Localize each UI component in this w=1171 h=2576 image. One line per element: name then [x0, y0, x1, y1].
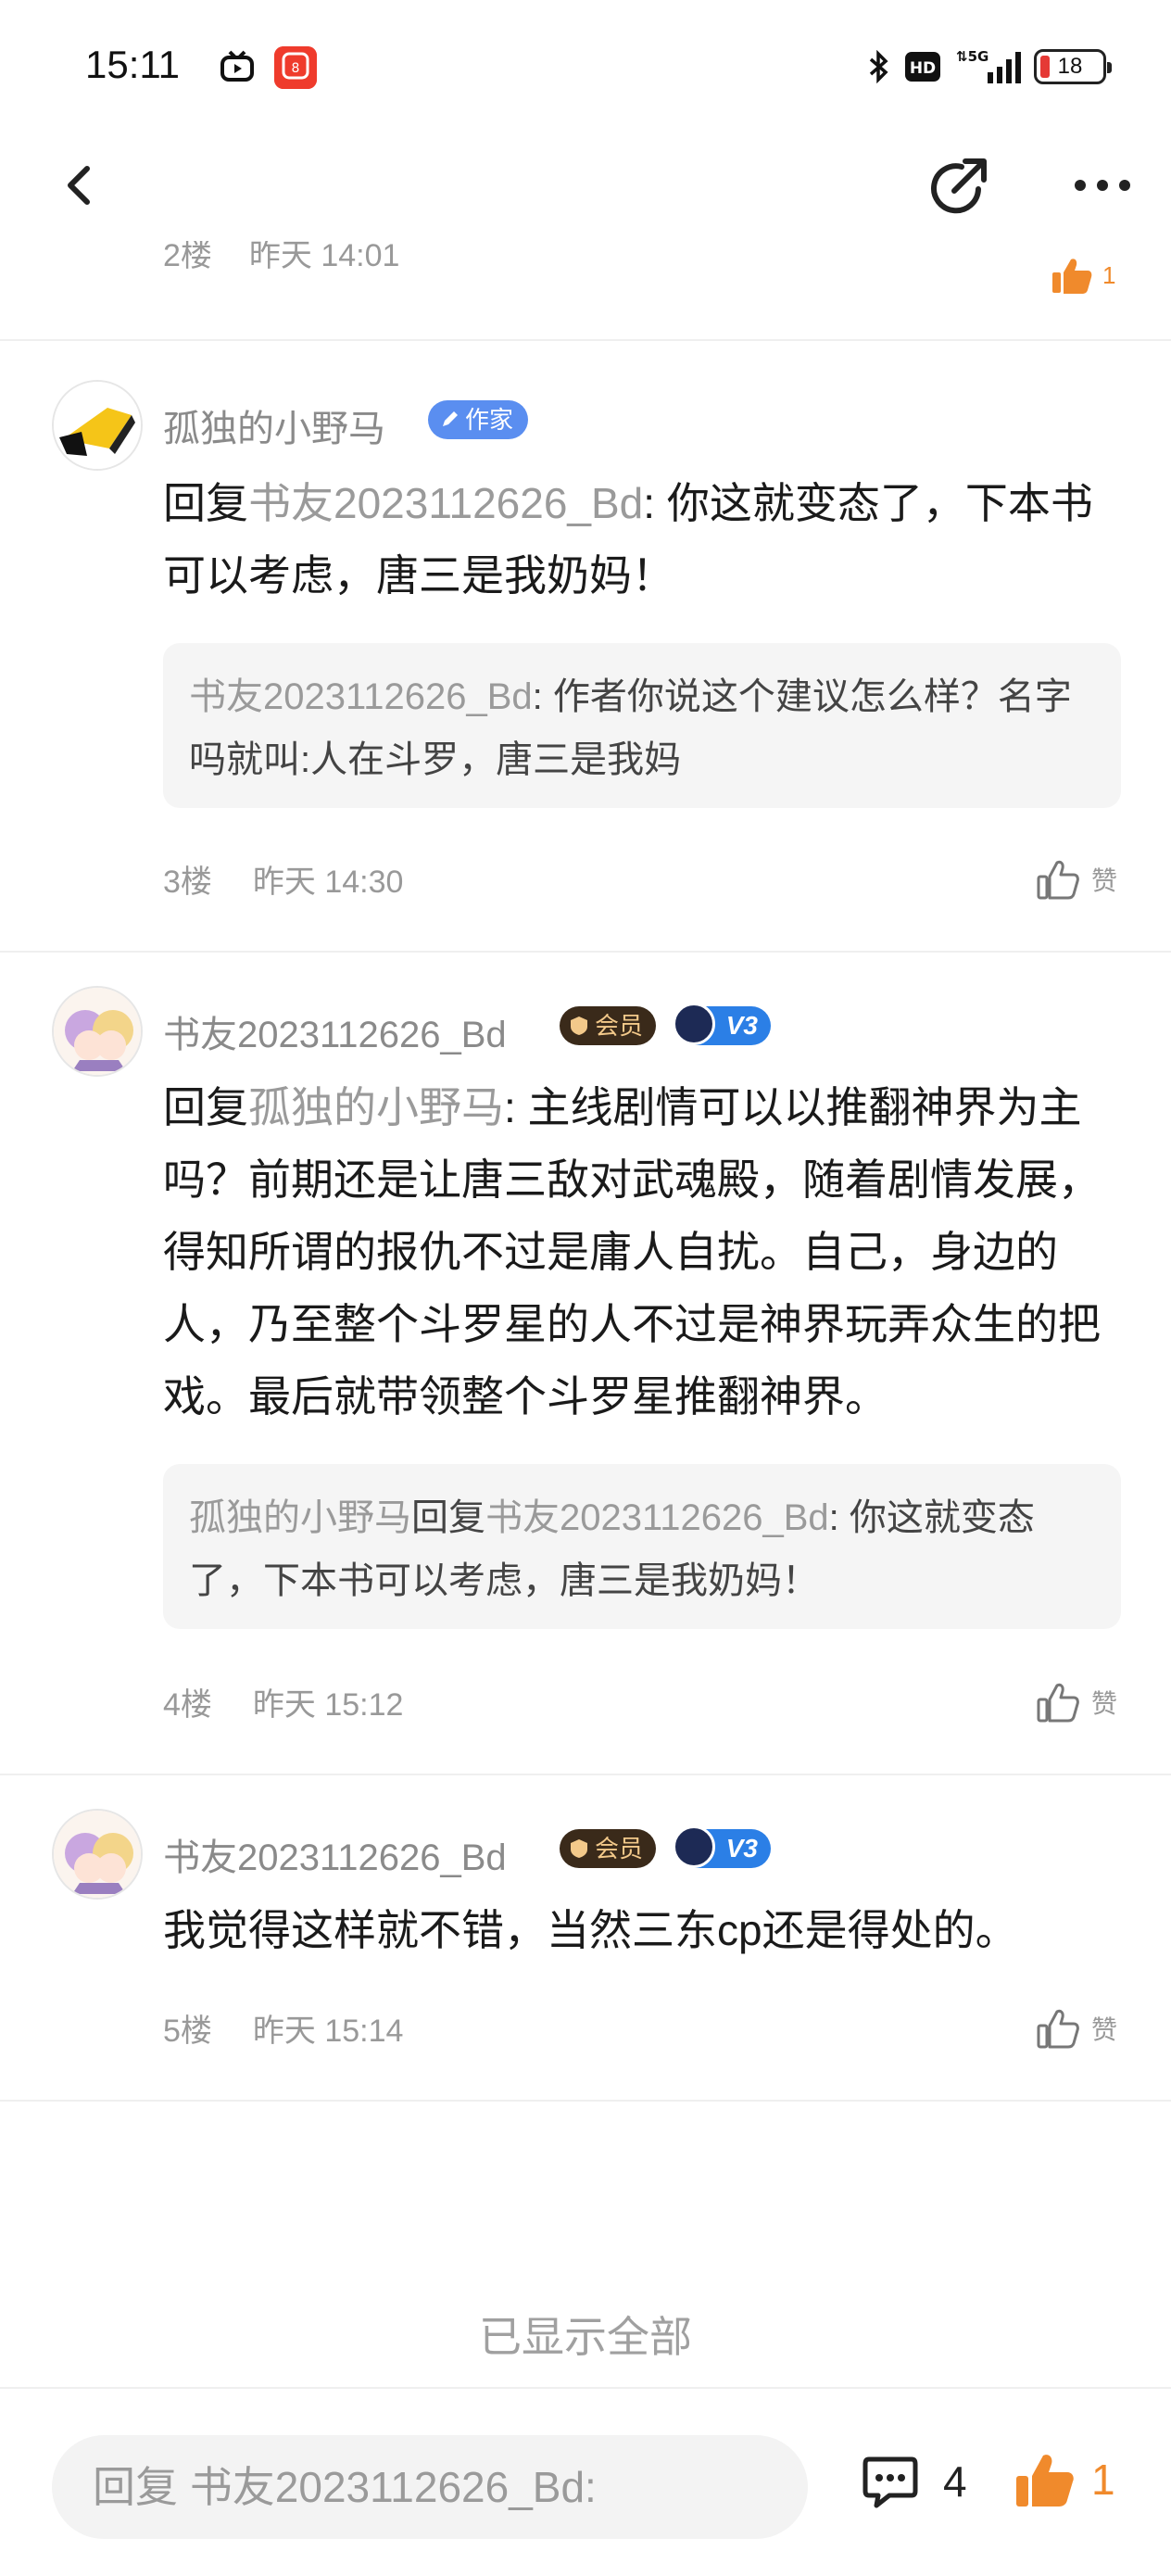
- reply-prefix: 回复: [163, 479, 248, 527]
- level-label: V3: [725, 1834, 758, 1863]
- like-count: 1: [1091, 2456, 1115, 2504]
- comment-floor-2: 2楼 昨天 14:01 1: [0, 241, 1171, 341]
- quote-reply-word: 回复: [411, 1497, 485, 1538]
- battery-level: 18: [1057, 54, 1083, 79]
- member-badge-label: 会员: [595, 1835, 644, 1863]
- quoted-comment[interactable]: 孤独的小野马回复书友2023112626_Bd: 你这就变态了，下本书可以考虑，…: [163, 1464, 1121, 1629]
- quote-user-2: 书友2023112626_Bd: [485, 1497, 829, 1538]
- like-button[interactable]: 赞: [1036, 2007, 1117, 2050]
- comment-body: : 主线剧情可以以推翻神界为主吗？前期还是让唐三敌对武魂殿，随着剧情发展，得知所…: [163, 1083, 1101, 1421]
- comment-meta: 5楼 昨天 15:14: [163, 2005, 403, 2051]
- svg-text:HD: HD: [910, 59, 936, 78]
- level-badge: V3: [673, 1825, 771, 1868]
- share-button[interactable]: [917, 146, 999, 228]
- comment-floor-4: 书友2023112626_Bd 会员 V3 回复孤独的小野马: 主线剧情可以以推…: [0, 953, 1171, 1775]
- comment-text: 我觉得这样就不错，当然三东cp还是得处的。: [163, 1906, 1018, 1954]
- like-label: 赞: [1091, 2015, 1118, 2044]
- member-badge: 会员: [560, 1829, 657, 1868]
- thumbs-up-filled-icon: [1016, 2455, 1074, 2507]
- quote-user: 书友2023112626_Bd: [189, 676, 533, 717]
- reply-prefix: 回复: [163, 1083, 248, 1131]
- like-label: 赞: [1091, 1689, 1118, 1718]
- comment-time: 昨天 14:01: [248, 241, 400, 273]
- comment-count: 4: [943, 2457, 967, 2506]
- author-badge-label: 作家: [465, 406, 514, 434]
- comment-time: 昨天 14:30: [252, 865, 404, 900]
- like-label: 赞: [1091, 866, 1118, 895]
- member-badge: 会员: [560, 1006, 657, 1045]
- battery-icon: 18: [1034, 49, 1112, 84]
- thumbs-up-icon: [1037, 860, 1079, 900]
- comment-text: 回复书友2023112626_Bd: 你这就变态了，下本书可以考虑，唐三是我奶妈…: [163, 467, 1127, 612]
- comment-meta: 4楼 昨天 15:12: [163, 1679, 403, 1724]
- like-count: 1: [1102, 260, 1116, 289]
- thumbs-up-icon: [1037, 1683, 1079, 1723]
- status-bar: 15:11 8 HD ⇅5G 18: [0, 0, 1171, 130]
- like-button[interactable]: 1: [1051, 256, 1115, 295]
- share-icon: [931, 158, 987, 214]
- red-app-icon: 8: [274, 46, 317, 89]
- chevron-left-icon: [68, 166, 90, 205]
- comment-text: 回复孤独的小野马: 主线剧情可以以推翻神界为主吗？前期还是让唐三敌对武魂殿，随着…: [163, 1071, 1127, 1433]
- back-button[interactable]: [46, 148, 120, 222]
- top-nav: [0, 130, 1171, 241]
- like-button[interactable]: 赞: [1036, 1681, 1117, 1724]
- level-avatar-icon: [673, 1003, 715, 1045]
- comment-bubble-icon: [863, 2456, 918, 2508]
- more-button[interactable]: [1065, 158, 1140, 213]
- more-dots-icon: [1075, 180, 1130, 191]
- floor-number: 2楼: [163, 241, 212, 273]
- level-label: V3: [725, 1011, 758, 1040]
- comment-meta: 3楼 昨天 14:30: [163, 856, 403, 902]
- floor-number: 4楼: [163, 1687, 212, 1723]
- avatar[interactable]: [52, 1809, 143, 1900]
- vip-shield-icon: [571, 1839, 587, 1858]
- pen-icon: [443, 411, 458, 426]
- username[interactable]: 孤独的小野马: [163, 398, 385, 452]
- avatar[interactable]: [52, 380, 143, 471]
- hd-icon: HD: [904, 50, 941, 83]
- reply-mention[interactable]: 孤独的小野马: [248, 1083, 504, 1131]
- floor-number: 3楼: [163, 865, 212, 900]
- comment-meta: 2楼 昨天 14:01: [163, 241, 399, 275]
- bottom-bar: 4 1: [0, 2387, 1171, 2576]
- comment-floor-3: 孤独的小野马 作家 回复书友2023112626_Bd: 你这就变态了，下本书可…: [0, 343, 1171, 953]
- svg-text:8: 8: [292, 61, 300, 76]
- comment-floor-5: 书友2023112626_Bd 会员 V3 我觉得这样就不错，当然三东cp还是得…: [0, 1775, 1171, 2102]
- level-avatar-icon: [673, 1825, 715, 1868]
- like-button[interactable]: 赞: [1036, 858, 1117, 901]
- comment-time: 昨天 15:12: [252, 1687, 404, 1723]
- level-badge: V3: [673, 1003, 771, 1045]
- username[interactable]: 书友2023112626_Bd: [163, 1004, 507, 1058]
- bluetooth-icon: [867, 50, 891, 83]
- author-badge: 作家: [428, 400, 529, 439]
- reply-input[interactable]: [52, 2435, 808, 2539]
- tv-app-icon: [219, 48, 256, 85]
- thumbs-up-icon: [1037, 2009, 1079, 2049]
- member-badge-label: 会员: [595, 1012, 644, 1040]
- thumbs-up-filled-icon: [1052, 259, 1092, 294]
- quoted-comment[interactable]: 书友2023112626_Bd: 作者你说这个建议怎么样？名字吗就叫:人在斗罗，…: [163, 643, 1121, 808]
- floor-number: 5楼: [163, 2014, 212, 2049]
- vip-shield-icon: [571, 1017, 587, 1035]
- reply-mention[interactable]: 书友2023112626_Bd: [248, 479, 643, 527]
- like-post-button[interactable]: 1: [1014, 2450, 1115, 2509]
- quote-user: 孤独的小野马: [189, 1497, 411, 1538]
- comment-time: 昨天 15:14: [252, 2014, 404, 2049]
- signal-5g-icon: ⇅5G: [954, 48, 1021, 83]
- end-of-list-note: 已显示全部: [479, 2313, 692, 2361]
- status-time: 15:11: [85, 43, 180, 86]
- comments-button[interactable]: 4: [862, 2454, 967, 2509]
- username[interactable]: 书友2023112626_Bd: [163, 1827, 507, 1881]
- svg-text:⇅5G: ⇅5G: [956, 48, 988, 65]
- status-icons: HD ⇅5G 18: [867, 44, 1112, 89]
- avatar[interactable]: [52, 986, 143, 1077]
